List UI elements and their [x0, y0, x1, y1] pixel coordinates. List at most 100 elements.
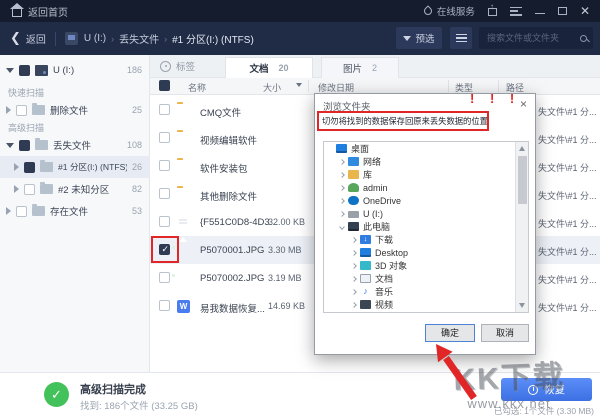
chevron-right-icon[interactable]: [6, 106, 11, 114]
breadcrumb-drive[interactable]: U (I:): [84, 33, 106, 44]
scroll-down-icon[interactable]: [519, 303, 525, 308]
cancel-button[interactable]: 取消: [481, 324, 529, 342]
recover-button[interactable]: 恢复: [501, 378, 592, 401]
chevron-right-icon[interactable]: [351, 263, 357, 269]
music-icon: ♪: [360, 287, 371, 296]
chevron-right-icon[interactable]: [339, 198, 345, 204]
filter-button[interactable]: 预选: [396, 27, 442, 49]
file-path: 失文件\#1 分...: [538, 189, 600, 202]
sidebar: U (I:) 186 快速扫描 删除文件 25 高级扫描 丢失文件 108 #1…: [0, 55, 150, 372]
section-advanced-scan: 高级扫描: [8, 121, 44, 134]
checkbox[interactable]: [24, 162, 35, 173]
chevron-right-icon[interactable]: [351, 289, 357, 295]
checkbox[interactable]: [159, 300, 170, 311]
search-input[interactable]: [485, 32, 580, 44]
home-icon[interactable]: [12, 9, 22, 17]
chevron-right-icon[interactable]: [339, 185, 345, 191]
chevron-right-icon[interactable]: [14, 185, 19, 193]
tree-item-admin[interactable]: admin: [324, 181, 528, 194]
tag-filter-button[interactable]: 标签: [160, 59, 195, 73]
tree-item-documents[interactable]: 文档: [324, 272, 528, 285]
chevron-down-icon[interactable]: [6, 68, 14, 73]
tree-item-desktop-folder[interactable]: Desktop: [324, 246, 528, 259]
back-chevron-icon[interactable]: ❮: [10, 30, 21, 46]
file-size: 32.00 KB: [268, 217, 305, 227]
chevron-right-icon[interactable]: [351, 250, 357, 256]
column-header-size[interactable]: 大小: [263, 81, 281, 94]
checkbox[interactable]: [24, 184, 35, 195]
list-view-button[interactable]: [450, 27, 472, 49]
file-name: 视频编辑软件: [200, 133, 257, 147]
chevron-down-icon[interactable]: [339, 224, 345, 230]
sidebar-item-partition-1[interactable]: #1 分区(I:) (NTFS) 26: [0, 156, 150, 178]
checkbox[interactable]: [159, 104, 170, 115]
tree-item-drive-u[interactable]: U (I:): [324, 207, 528, 220]
breadcrumb-partition[interactable]: #1 分区(I:) (NTFS): [172, 31, 254, 46]
tree-item-videos[interactable]: 视频: [324, 298, 528, 311]
tree-item-network[interactable]: 网络: [324, 155, 528, 168]
feedback-icon[interactable]: [488, 8, 497, 16]
chevron-right-icon[interactable]: [339, 172, 345, 178]
select-all-checkbox[interactable]: [159, 80, 170, 91]
checkbox[interactable]: [159, 160, 170, 171]
chevron-right-icon[interactable]: [351, 302, 357, 308]
sidebar-item-label: 存在文件: [50, 204, 127, 218]
tab-pictures[interactable]: 图片 2: [321, 57, 399, 78]
tree-item-3d-objects[interactable]: 3D 对象: [324, 259, 528, 272]
checkbox[interactable]: [159, 272, 170, 283]
scrollbar[interactable]: [515, 142, 528, 312]
sidebar-item-drive-u[interactable]: U (I:) 186: [0, 59, 150, 81]
tree-item-desktop[interactable]: 桌面: [324, 142, 528, 155]
chevron-down-icon[interactable]: [6, 143, 14, 148]
scroll-thumb[interactable]: [518, 156, 527, 204]
checkbox[interactable]: [16, 206, 27, 217]
tree-item-libraries[interactable]: 库: [324, 168, 528, 181]
selected-info: 已勾选: 1个文件 (3.30 MB): [494, 405, 594, 417]
chevron-right-icon[interactable]: [339, 211, 345, 217]
online-service-label: 在线服务: [437, 4, 475, 18]
checkbox-highlight-annotation: [151, 236, 179, 263]
back-button[interactable]: 返回: [26, 31, 46, 46]
sidebar-item-existing-files[interactable]: 存在文件 53: [0, 200, 150, 222]
sidebar-item-label: U (I:): [53, 65, 122, 76]
chevron-right-icon[interactable]: [339, 159, 345, 165]
sort-arrow-icon[interactable]: [296, 83, 302, 87]
tree-item-music[interactable]: ♪音乐: [324, 285, 528, 298]
sidebar-item-label: 丢失文件: [53, 138, 122, 152]
online-service-button[interactable]: 在线服务: [424, 4, 475, 18]
home-button[interactable]: 返回首页: [28, 4, 68, 19]
checkbox[interactable]: [159, 132, 170, 143]
checkbox[interactable]: [19, 140, 30, 151]
cube-icon: [360, 261, 371, 270]
chevron-right-icon[interactable]: [6, 207, 11, 215]
tree-item-this-pc[interactable]: 此电脑: [324, 220, 528, 233]
folder-exist-icon: [32, 206, 45, 216]
column-header-name[interactable]: 名称: [188, 81, 206, 94]
scroll-up-icon[interactable]: [519, 146, 525, 151]
chevron-right-icon[interactable]: [14, 163, 19, 171]
sidebar-item-partition-2[interactable]: #2 未知分区 82: [0, 178, 150, 200]
close-icon[interactable]: ✕: [580, 5, 590, 17]
checkbox[interactable]: [19, 65, 30, 76]
checkbox[interactable]: [159, 216, 170, 227]
dialog-close-icon[interactable]: ×: [520, 97, 527, 111]
file-name: P5070001.JPG: [200, 245, 264, 256]
sidebar-item-deleted-files[interactable]: 删除文件 25: [0, 99, 150, 121]
chevron-right-icon[interactable]: [351, 276, 357, 282]
tree-item-label: 视频: [375, 298, 393, 311]
chevron-right-icon[interactable]: [351, 237, 357, 243]
maximize-icon[interactable]: [558, 7, 567, 15]
tree-item-onedrive[interactable]: OneDrive: [324, 194, 528, 207]
checkbox[interactable]: [16, 105, 27, 116]
breadcrumb-lost-files[interactable]: 丢失文件: [119, 31, 159, 46]
tab-documents[interactable]: 文档 20: [225, 57, 313, 78]
search-icon[interactable]: [580, 35, 587, 42]
funnel-icon: [403, 36, 411, 41]
tree-item-downloads[interactable]: ↓下载: [324, 233, 528, 246]
sidebar-item-lost-files[interactable]: 丢失文件 108: [0, 134, 150, 156]
menu-icon[interactable]: [510, 7, 522, 16]
minimize-icon[interactable]: [535, 13, 545, 15]
desktop-icon: [336, 144, 347, 153]
file-path: 失文件\#1 分...: [538, 301, 600, 314]
checkbox[interactable]: [159, 188, 170, 199]
